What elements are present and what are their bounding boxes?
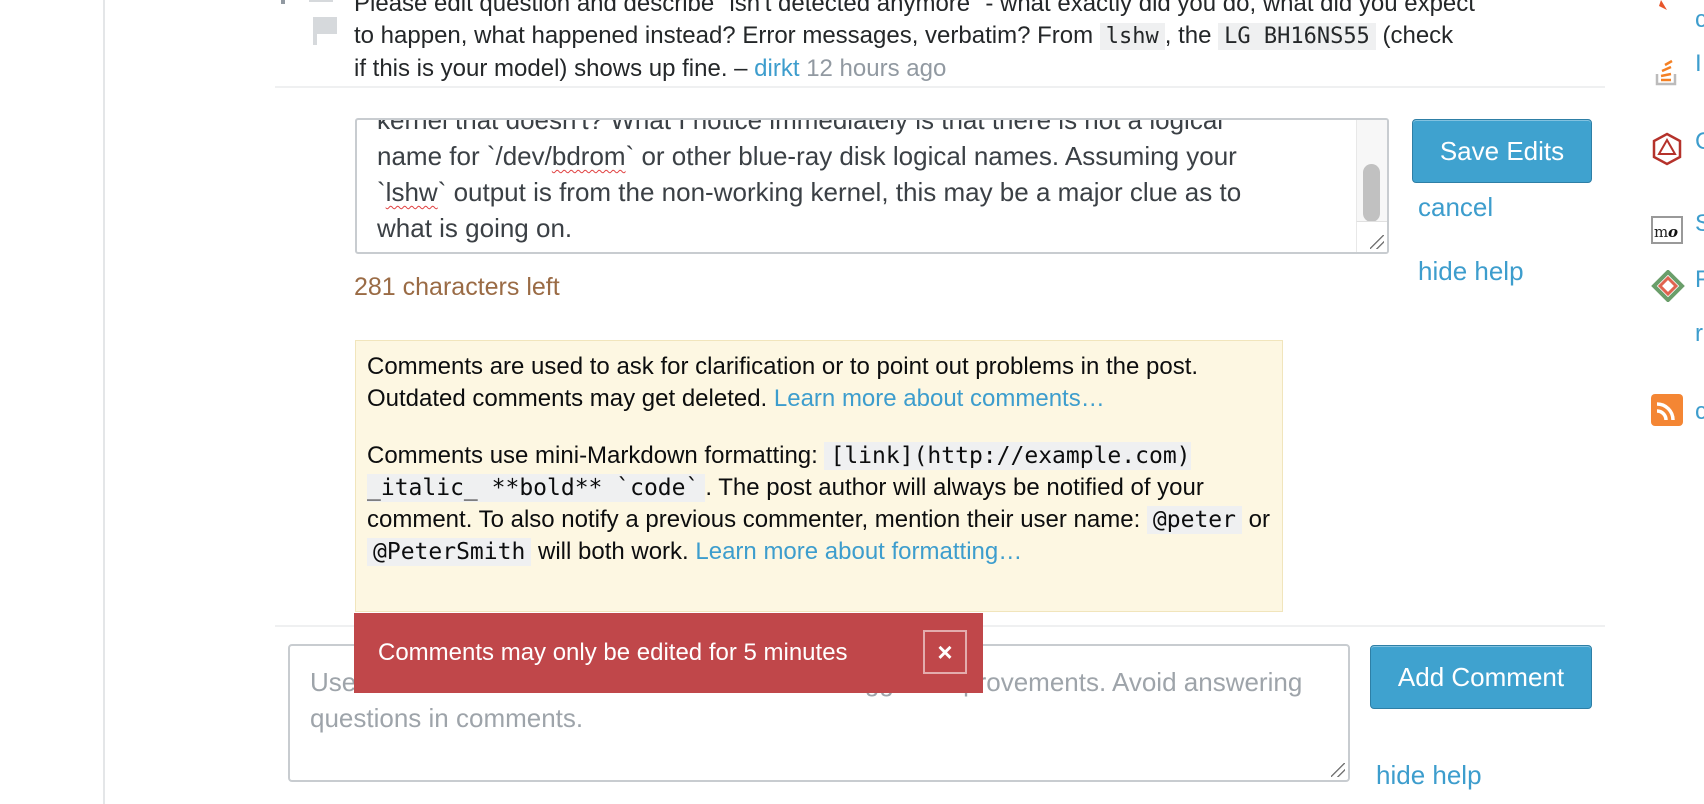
comment-line: if this is your model) shows up fine. – … [354,55,947,82]
inline-code: LG BH16NS55 [1218,23,1376,50]
sidebar-link[interactable]: C [1695,128,1704,156]
svg-text:m: m [1654,223,1668,241]
comment-timestamp[interactable]: 12 hours ago [806,55,946,82]
learn-more-comments-link[interactable]: Learn more about comments… [774,385,1105,412]
edit-comment-textarea[interactable]: kernel that doesn't? What I notice immed… [355,118,1389,254]
comment-help-box: Comments are used to ask for clarificati… [355,340,1283,612]
stackoverflow-icon [1651,56,1691,90]
vote-box [309,0,333,2]
add-comment-button[interactable]: Add Comment [1370,645,1592,709]
learn-more-formatting-link[interactable]: Learn more about formatting… [695,538,1022,565]
inline-code: lshw [1099,23,1165,50]
textarea-line: kernel that doesn't? What I notice immed… [377,118,1224,135]
resize-grip-icon [1370,235,1384,249]
cancel-link[interactable]: cancel [1418,192,1493,223]
resize-grip-icon[interactable] [1331,763,1345,777]
help-paragraph: Comments are used to ask for clarificati… [367,353,1199,412]
inline-code: @peter [1146,506,1243,534]
divider [275,86,1605,88]
textarea-line: `lshw` output is from the non-working ke… [377,177,1242,207]
toast-message: Comments may only be edited for 5 minute… [378,639,848,666]
sidebar-link[interactable]: r [1695,320,1703,348]
mathoverflow-icon: mo [1651,215,1691,249]
help-paragraph: Comments use mini-Markdown formatting: [… [367,442,1271,566]
sidebar-link[interactable]: F [1695,266,1704,294]
error-toast: Comments may only be edited for 5 minute… [354,613,983,693]
sidebar-link[interactable]: c [1695,398,1704,426]
sidebar-link[interactable]: I [1695,50,1702,78]
spellcheck-word: bdrom [551,141,626,171]
comment-line: Please edit question and describe "isn't… [354,0,1475,17]
left-column-divider [103,0,105,804]
rpg-d20-icon [1651,132,1691,166]
upvote-icon[interactable] [281,0,285,4]
rss-icon [1651,394,1691,428]
flag-icon[interactable] [313,17,337,45]
spellcheck-word: lshw [385,177,438,207]
flame-icon [1651,0,1691,34]
comment-line: to happen, what happened instead? Error … [354,22,1454,50]
close-icon[interactable]: × [923,630,967,674]
codegolf-icon [1651,269,1691,304]
scrollbar-thumb[interactable] [1363,164,1380,222]
characters-left: 281 characters left [354,273,560,301]
textarea-line: what is going on. [377,213,573,243]
hide-help-link[interactable]: hide help [1376,760,1482,791]
textarea-line: name for `/dev/bdrom` or other blue-ray … [377,141,1237,171]
save-edits-button[interactable]: Save Edits [1412,119,1592,183]
sidebar-link[interactable]: S [1695,210,1704,238]
resize-handle[interactable] [1356,221,1387,252]
previous-comment: Please edit question and describe "isn't… [354,0,1594,85]
hide-help-link[interactable]: hide help [1418,256,1524,287]
sidebar-link[interactable]: c [1695,6,1704,34]
svg-text:o: o [1668,223,1678,241]
comment-author-link[interactable]: dirkt [754,55,799,82]
inline-code: @PeterSmith [367,538,532,566]
